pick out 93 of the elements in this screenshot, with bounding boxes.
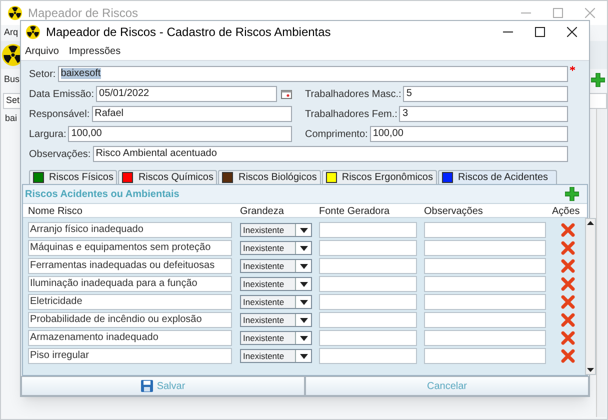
field-label: Data Emissão: <box>29 88 94 102</box>
input-field[interactable]: Probabilidade de incêndio ou explosão <box>28 312 232 328</box>
input-field[interactable] <box>424 240 546 256</box>
dropdown[interactable]: Inexistente <box>240 295 312 309</box>
input-field[interactable]: 100,00 <box>370 126 568 142</box>
input-field[interactable]: Máquinas e equipamentos sem proteção <box>28 240 232 256</box>
dropdown[interactable]: Inexistente <box>240 313 312 327</box>
scroll-up-icon[interactable] <box>586 219 595 228</box>
window-title: Mapeador de Riscos <box>28 5 138 22</box>
menu-item[interactable]: Impressões <box>68 44 121 59</box>
delete-icon[interactable] <box>561 295 575 309</box>
input-field[interactable]: Arranjo físico inadequado <box>28 222 232 238</box>
caret-icon <box>300 336 308 340</box>
plus-icon[interactable] <box>565 187 579 201</box>
radiation-icon <box>8 6 22 20</box>
column-header: Ações <box>552 205 581 219</box>
input-field[interactable] <box>424 294 546 310</box>
input-field[interactable]: Armazenamento inadequado <box>28 330 232 346</box>
dropdown[interactable]: Inexistente <box>240 241 312 255</box>
input-field[interactable] <box>424 312 546 328</box>
input-field[interactable] <box>424 330 546 346</box>
calendar-icon[interactable] <box>281 90 292 98</box>
column-header: Grandeza <box>240 205 285 219</box>
input-field[interactable] <box>319 276 417 292</box>
input-field[interactable]: 05/01/2022 <box>96 86 277 102</box>
column-header: Fonte Geradora <box>319 205 391 219</box>
field-label: Trabalhadores Masc.: <box>305 88 402 102</box>
delete-icon[interactable] <box>561 349 575 363</box>
delete-icon[interactable] <box>561 241 575 255</box>
menu-item[interactable]: Arq <box>4 26 18 40</box>
tab[interactable]: Riscos Ergonômicos <box>322 170 437 184</box>
input-field[interactable] <box>424 276 546 292</box>
caret-icon <box>300 282 308 286</box>
input-field[interactable] <box>319 348 417 364</box>
field-label: Trabalhadores Fem.: <box>305 108 398 122</box>
column-heading: Set <box>6 94 20 108</box>
column-header: Observações <box>424 205 484 219</box>
caret-icon <box>300 246 308 250</box>
tab[interactable]: Riscos Físicos <box>29 170 118 184</box>
input-field[interactable]: Risco Ambiental acentuado <box>92 146 568 162</box>
tab[interactable]: Riscos de Acidentes <box>438 170 558 184</box>
input-field[interactable]: Ferramentas inadequadas ou defeituosas <box>28 258 232 274</box>
caret-icon <box>300 300 308 304</box>
input-field[interactable] <box>319 258 417 274</box>
input-field[interactable]: 5 <box>403 86 568 102</box>
dropdown[interactable]: Inexistente <box>240 277 312 291</box>
field-label: Comprimento: <box>305 128 368 142</box>
field-label: Responsável: <box>29 108 90 122</box>
input-field[interactable]: baixesoft <box>58 66 568 82</box>
dropdown[interactable]: Inexistente <box>240 259 312 273</box>
input-field[interactable]: Eletricidade <box>28 294 232 310</box>
radiation-icon <box>26 25 40 39</box>
column-header: Nome Risco <box>28 205 84 219</box>
menu-item[interactable]: Arquivo <box>25 44 59 59</box>
plus-icon[interactable] <box>591 73 605 87</box>
input-field[interactable]: 100,00 <box>68 126 292 142</box>
delete-icon[interactable] <box>561 313 575 327</box>
scrollbar[interactable] <box>596 109 606 417</box>
input-field[interactable] <box>319 222 417 238</box>
table-cell-text: bai <box>5 112 18 126</box>
field-label: Setor: <box>29 68 56 82</box>
window-title: Mapeador de Riscos - Cadastro de Riscos Ambientas <box>46 24 331 41</box>
input-field[interactable]: Rafael <box>92 106 292 122</box>
tab[interactable]: Riscos Biológicos <box>218 170 321 184</box>
delete-icon[interactable] <box>561 277 575 291</box>
field-label: Observações: <box>29 148 91 162</box>
input-field[interactable] <box>424 222 546 238</box>
tab[interactable]: Riscos Químicos <box>118 170 218 184</box>
input-field[interactable] <box>319 330 417 346</box>
search-label: Bus <box>4 73 20 86</box>
scrollbar[interactable] <box>585 218 596 375</box>
input-field[interactable] <box>319 240 417 256</box>
input-field[interactable] <box>424 258 546 274</box>
caret-icon <box>300 318 308 322</box>
delete-icon[interactable] <box>561 259 575 273</box>
input-field[interactable] <box>319 294 417 310</box>
caret-icon <box>300 354 308 358</box>
dropdown[interactable]: Inexistente <box>240 223 312 237</box>
close-icon[interactable] <box>567 27 577 37</box>
dropdown[interactable]: Inexistente <box>240 331 312 345</box>
input-field[interactable] <box>424 348 546 364</box>
delete-icon[interactable] <box>561 331 575 345</box>
panel-title: Riscos Acidentes ou Ambientais <box>25 188 180 202</box>
input-field[interactable]: Piso irregular <box>28 348 232 364</box>
delete-icon[interactable] <box>561 223 575 237</box>
input-field[interactable] <box>319 312 417 328</box>
caret-icon <box>300 264 308 268</box>
input-field[interactable]: Iluminação inadequada para a função <box>28 276 232 292</box>
dropdown[interactable]: Inexistente <box>240 349 312 363</box>
caret-icon <box>300 228 308 232</box>
scroll-down-icon[interactable] <box>586 365 595 374</box>
input-field[interactable]: 3 <box>399 106 568 122</box>
field-label: Largura: <box>29 128 66 142</box>
